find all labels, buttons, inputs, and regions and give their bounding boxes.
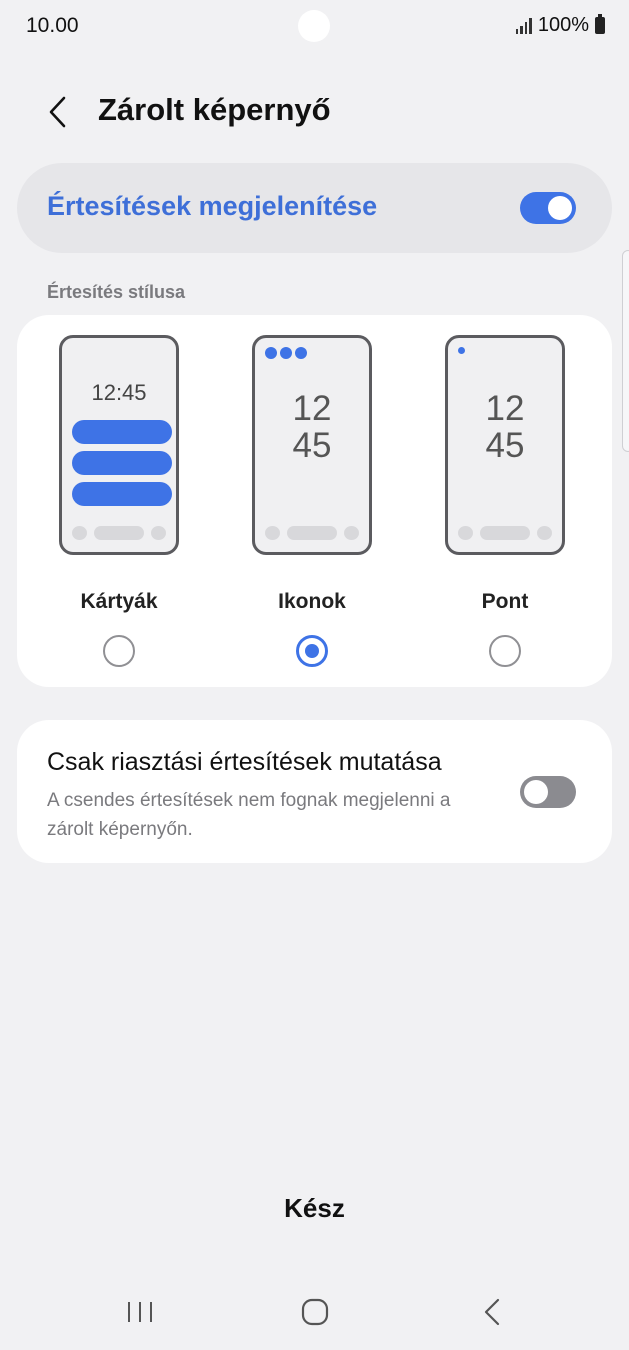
- preview-clock-minute: 45: [292, 426, 332, 465]
- dot-preview: 12 45: [445, 335, 565, 555]
- alert-only-title: Csak riasztási értesítések mutatása: [47, 748, 442, 776]
- cards-preview: 12:45: [59, 335, 179, 555]
- preview-bottom-bar: [458, 526, 552, 540]
- status-bar: 10.00 100%: [0, 0, 629, 56]
- header: Zárolt képernyő: [0, 80, 629, 144]
- preview-clock: 12 45: [255, 390, 369, 464]
- preview-notification-dot: [458, 347, 465, 354]
- notification-style-heading: Értesítés stílusa: [47, 282, 186, 302]
- chevron-left-icon: [49, 96, 66, 128]
- style-option-label: Pont: [481, 590, 529, 613]
- style-option-label: Ikonok: [278, 590, 346, 613]
- home-icon: [301, 1298, 329, 1326]
- radio-icons[interactable]: [296, 635, 328, 667]
- notification-style-card: 12:45 Kártyák 12 45 Ikonok 12 45 Pont: [17, 315, 612, 687]
- show-notifications-label: Értesítések megjelenítése: [47, 191, 378, 221]
- icons-preview: 12 45: [252, 335, 372, 555]
- home-button[interactable]: [290, 1292, 340, 1332]
- back-button[interactable]: [38, 92, 78, 132]
- alert-only-description: A csendes értesítések nem fognak megjele…: [47, 790, 451, 840]
- radio-cards[interactable]: [103, 635, 135, 667]
- navigation-bar: [0, 1282, 629, 1342]
- preview-clock-hour: 12: [292, 389, 332, 428]
- preview-clock: 12:45: [91, 380, 147, 405]
- preview-notification-icons: [265, 347, 307, 359]
- battery-percent: 100%: [537, 14, 589, 36]
- recents-icon: [128, 1302, 152, 1322]
- status-time: 10.00: [26, 14, 79, 37]
- recents-button[interactable]: [115, 1292, 165, 1332]
- toggle-knob: [524, 780, 548, 804]
- preview-bottom-bar: [265, 526, 359, 540]
- preview-bottom-bar: [72, 526, 166, 540]
- preview-notification-card: [72, 420, 172, 444]
- preview-notification-card: [72, 451, 172, 475]
- style-option-cards[interactable]: 12:45 Kártyák: [33, 315, 213, 687]
- back-icon: [484, 1298, 500, 1326]
- radio-dot[interactable]: [489, 635, 521, 667]
- camera-cutout: [298, 10, 330, 42]
- signal-icon: [515, 17, 532, 34]
- style-option-icons[interactable]: 12 45 Ikonok: [226, 315, 406, 687]
- preview-notification-card: [72, 482, 172, 506]
- show-notifications-row[interactable]: Értesítések megjelenítése: [17, 163, 612, 253]
- preview-clock-minute: 45: [485, 426, 525, 465]
- preview-clock-hour: 12: [485, 389, 525, 428]
- preview-clock: 12 45: [448, 390, 562, 464]
- page-title: Zárolt képernyő: [98, 92, 331, 127]
- status-right: 100%: [515, 14, 605, 37]
- nav-back-button[interactable]: [467, 1292, 517, 1332]
- toggle-knob: [548, 196, 572, 220]
- show-notifications-toggle[interactable]: [520, 192, 576, 224]
- style-option-label: Kártyák: [80, 590, 158, 613]
- style-option-dot[interactable]: 12 45 Pont: [419, 315, 599, 687]
- done-button[interactable]: Kész: [0, 1193, 629, 1224]
- scrollbar[interactable]: [622, 250, 629, 452]
- battery-icon: [595, 14, 605, 34]
- alert-only-row[interactable]: Csak riasztási értesítések mutatása A cs…: [17, 720, 612, 863]
- alert-only-toggle[interactable]: [520, 776, 576, 808]
